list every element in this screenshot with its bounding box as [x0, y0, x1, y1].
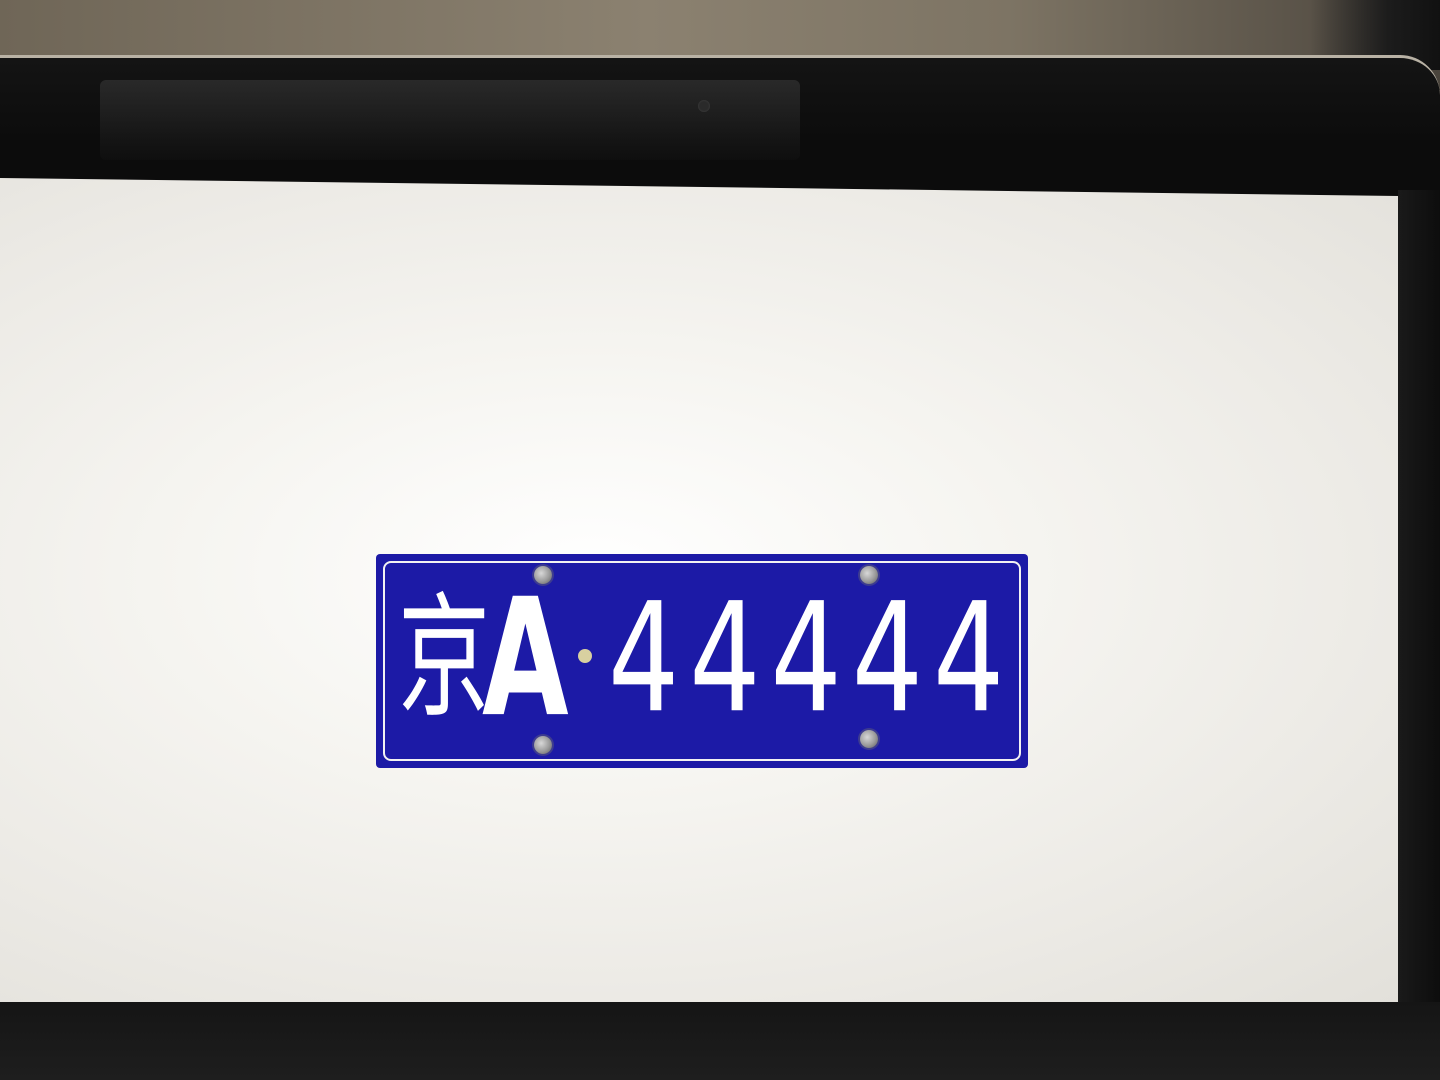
plate-separator-dot: [578, 649, 592, 663]
bottom-bezel: [0, 1002, 1440, 1080]
license-plate: 京 A 44444: [376, 554, 1028, 768]
plate-city-letter: A: [482, 564, 569, 754]
plate-province-character: 京: [398, 580, 491, 736]
plate-number: 44444: [608, 571, 1015, 747]
webcam-icon: [698, 100, 710, 112]
screen-edge: [1398, 190, 1440, 1010]
photo-scene: 京 A 44444: [0, 0, 1440, 1080]
bezel-reflection: [100, 80, 800, 160]
